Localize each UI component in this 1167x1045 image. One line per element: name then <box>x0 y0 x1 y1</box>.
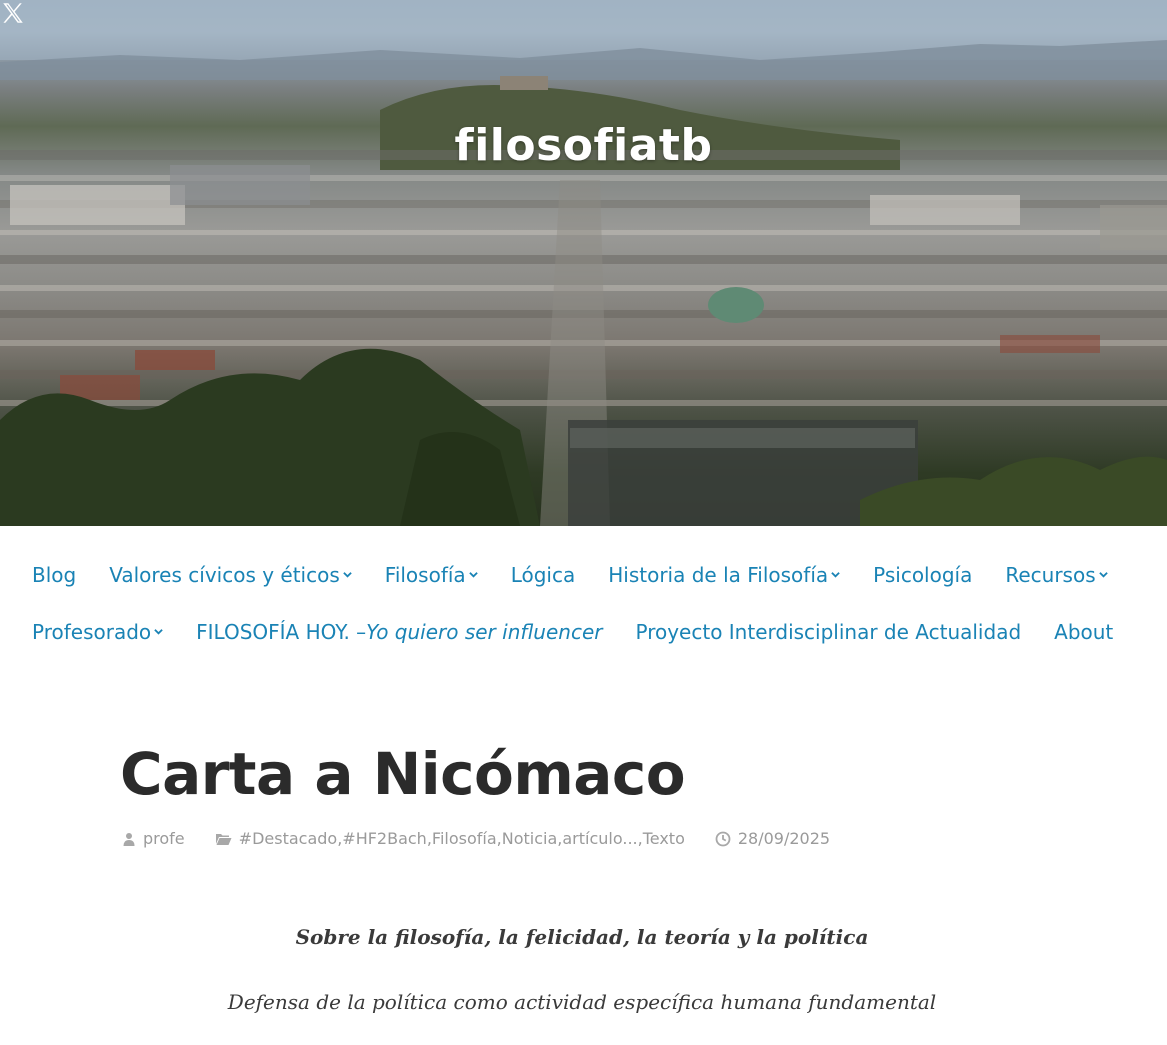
post-categories: #Destacado, #HF2Bach, Filosofía, Noticia… <box>215 829 685 848</box>
nav-item-label-italic: Yo quiero ser influencer <box>366 620 603 644</box>
nav-row-2: Profesorado FILOSOFÍA HOY. – Yo quiero se… <box>32 613 1142 651</box>
page: filosofiatb Blog Valores cívicos y ético… <box>0 0 1167 1045</box>
nav-item-label: About <box>1054 620 1114 644</box>
nav-item-valores[interactable]: Valores cívicos y éticos <box>109 563 352 587</box>
nav-item-label: Profesorado <box>32 620 152 644</box>
nav-item-label: Historia de la Filosofía <box>608 563 829 587</box>
category-link[interactable]: #Destacado <box>239 829 338 848</box>
hero-city-image <box>0 0 1167 526</box>
date-link[interactable]: 28/09/2025 <box>738 829 830 848</box>
nav-item-label: Filosofía <box>384 563 466 587</box>
nav-item-label: Lógica <box>510 563 576 587</box>
nav-item-logica[interactable]: Lógica <box>511 563 576 587</box>
nav-item-label: Psicología <box>873 563 973 587</box>
category-link[interactable]: artículo... <box>562 829 637 848</box>
post-subtitle: Sobre la filosofía, la felicidad, la teo… <box>295 925 869 949</box>
nav-item-proyecto[interactable]: Proyecto Interdisciplinar de Actualidad <box>635 620 1021 644</box>
category-link[interactable]: Texto <box>643 829 685 848</box>
nav-item-profesorado[interactable]: Profesorado <box>32 620 163 644</box>
nav-item-recursos[interactable]: Recursos <box>1005 563 1108 587</box>
header-hero: filosofiatb <box>0 0 1167 526</box>
nav-item-blog[interactable]: Blog <box>32 563 76 587</box>
post-title: Carta a Nicómaco <box>120 740 686 808</box>
chevron-down-icon <box>1098 571 1108 578</box>
nav-item-label: Valores cívicos y éticos <box>109 563 340 587</box>
folder-icon <box>215 833 232 845</box>
post-lede: Defensa de la política como actividad es… <box>227 990 937 1014</box>
nav-item-historia[interactable]: Historia de la Filosofía <box>608 563 840 587</box>
nav-item-label-prefix: FILOSOFÍA HOY. – <box>196 620 367 644</box>
site-title[interactable]: filosofiatb <box>0 120 1167 171</box>
nav-row-1: Blog Valores cívicos y éticos Filosofía … <box>32 556 1142 594</box>
post-author: profe <box>122 829 185 848</box>
clock-icon <box>715 831 731 846</box>
nav-item-filosofia[interactable]: Filosofía <box>385 563 478 587</box>
nav-item-label: Blog <box>32 563 77 587</box>
nav-item-label: Proyecto Interdisciplinar de Actualidad <box>635 620 1022 644</box>
category-link[interactable]: #HF2Bach <box>342 829 427 848</box>
chevron-down-icon <box>154 628 163 635</box>
x-icon[interactable] <box>0 0 26 26</box>
author-link[interactable]: profe <box>143 829 185 848</box>
post-date: 28/09/2025 <box>715 829 830 848</box>
chevron-down-icon <box>468 571 478 578</box>
post-meta: profe #Destacado, #HF2Bach, Filosofía, N… <box>122 829 860 848</box>
nav-item-about[interactable]: About <box>1054 620 1113 644</box>
nav-item-filosofia-hoy[interactable]: FILOSOFÍA HOY. – Yo quiero ser influencer <box>196 620 602 644</box>
user-icon <box>123 832 135 846</box>
main-navigation: Blog Valores cívicos y éticos Filosofía … <box>32 556 1142 670</box>
chevron-down-icon <box>831 571 840 578</box>
category-link[interactable]: Filosofía <box>432 829 497 848</box>
nav-item-label: Recursos <box>1005 563 1096 587</box>
nav-item-psicologia[interactable]: Psicología <box>873 563 972 587</box>
chevron-down-icon <box>343 571 352 578</box>
category-link[interactable]: Noticia <box>502 829 558 848</box>
